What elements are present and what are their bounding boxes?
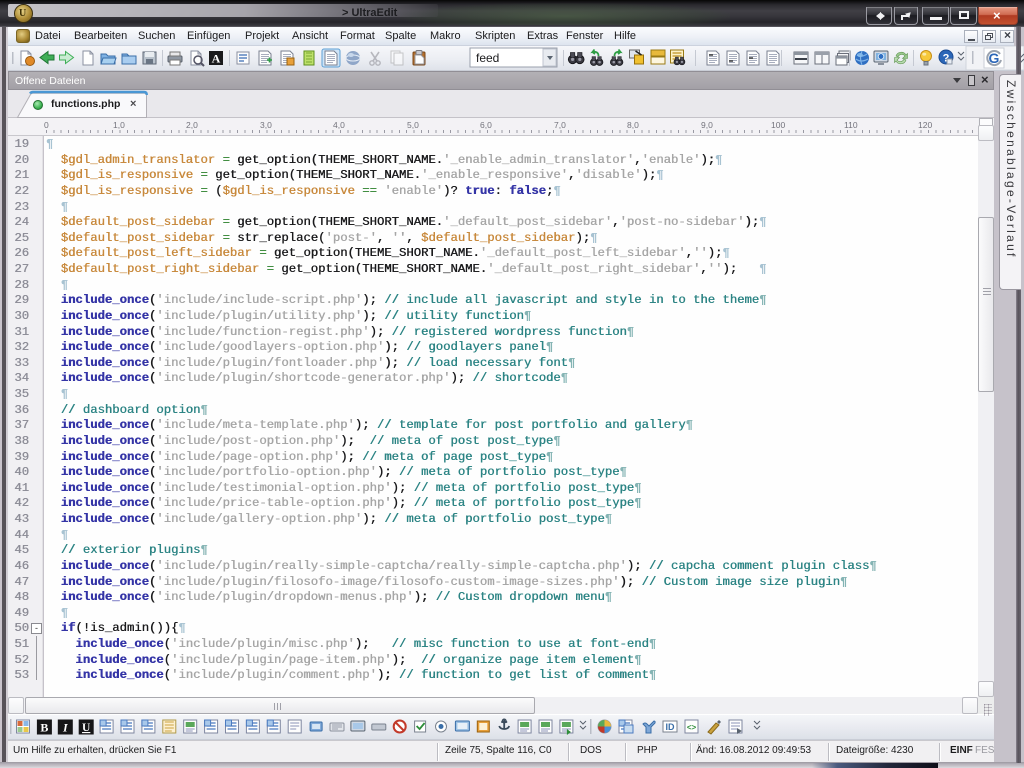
svg-text:G: G [989,50,1000,66]
svg-text:B: B [40,721,48,735]
svg-text:A: A [212,52,221,66]
svg-text:ID: ID [666,722,676,732]
svg-text:U: U [82,722,91,734]
svg-text:<>: <> [687,723,697,732]
svg-text:feed: feed [476,51,499,65]
